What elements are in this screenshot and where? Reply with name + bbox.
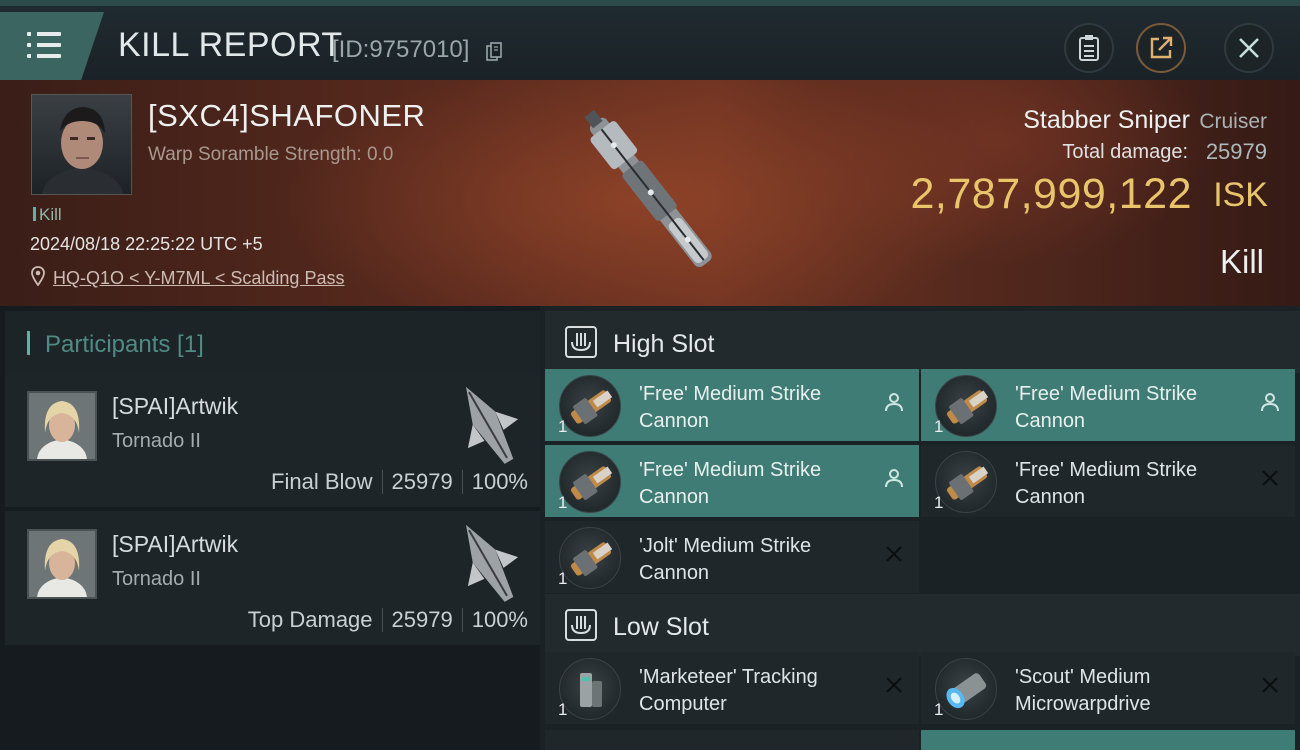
high-slot-title: High Slot <box>613 330 715 358</box>
high-slot-icon <box>565 326 597 358</box>
cannon-icon <box>935 451 997 513</box>
module-card[interactable]: 1 'Scout' Medium Microwarpdrive <box>921 652 1295 724</box>
victim-ship-class: Cruiser <box>1199 110 1267 133</box>
microwarpdrive-icon <box>935 658 997 720</box>
module-name: 'Scout' Medium Microwarpdrive <box>1015 666 1151 715</box>
victim-portrait[interactable] <box>31 94 132 195</box>
kill-tag: Kill <box>33 205 62 225</box>
low-slot-header: Low Slot <box>545 594 1300 656</box>
module-card[interactable]: 1 'Jolt' Medium Strike Cannon <box>545 521 919 593</box>
module-quantity: 1 <box>558 493 568 512</box>
cannon-icon <box>559 527 621 589</box>
module-quantity: 1 <box>558 417 568 436</box>
kill-tag-label: Kill <box>39 205 62 224</box>
participant-stats: Top Damage 25979 100% <box>248 607 528 633</box>
module-name: 'Marketeer' Tracking Computer <box>639 666 818 715</box>
cannon-icon <box>559 451 621 513</box>
participant-name: [SPAI]Artwik <box>112 531 239 557</box>
participant-damage: 25979 <box>391 469 453 494</box>
participants-header: Participants [1] <box>5 311 540 373</box>
page-title: KILL REPORT <box>118 26 343 64</box>
module-quantity: 1 <box>934 493 944 512</box>
module-name: 'Free' Medium Strike Cannon <box>1015 383 1198 432</box>
kill-datetime: 2024/08/18 22:25:22 UTC +5 <box>30 234 263 254</box>
module-quantity: 1 <box>558 700 568 719</box>
warp-scramble-strength: Warp Soramble Strength: 0.0 <box>148 144 394 165</box>
fitting-panel: High Slot 1 'Free' Medium Strike Cannon … <box>540 306 1300 750</box>
avatar <box>27 529 97 599</box>
isk-value: 2,787,999,122 <box>910 170 1192 218</box>
module-card[interactable]: 1 'Free' Medium Strike Cannon <box>545 445 919 517</box>
avatar <box>27 391 97 461</box>
module-card[interactable] <box>921 730 1295 750</box>
module-name: 'Free' Medium Strike Cannon <box>639 459 822 508</box>
result-label: Kill <box>1219 243 1264 280</box>
module-name: 'Jolt' Medium Strike Cannon <box>639 535 812 584</box>
participant-role: Final Blow <box>271 469 373 494</box>
destroyed-x-icon <box>886 546 902 562</box>
isk-unit: ISK <box>1213 176 1268 214</box>
victim-name: [SXC4]SHAFONER <box>148 98 426 133</box>
participant-ship-image <box>466 524 519 602</box>
person-icon <box>885 469 903 488</box>
victim-ship-image <box>584 109 712 268</box>
participants-title: Participants [1] <box>45 331 204 358</box>
destroyed-x-icon <box>1262 677 1278 693</box>
tracking-computer-icon <box>559 658 621 720</box>
clipboard-button[interactable] <box>1064 23 1114 73</box>
module-card[interactable]: 1 'Free' Medium Strike Cannon <box>545 369 919 441</box>
victim-ship-name: Stabber Sniper <box>1023 106 1190 134</box>
location-link[interactable]: HQ-Q1O < Y-M7ML < Scalding Pass <box>53 268 344 289</box>
destroyed-x-icon <box>886 677 902 693</box>
pilot-portrait-icon <box>42 107 124 194</box>
participant-stats: Final Blow 25979 100% <box>271 469 528 495</box>
participant-damage: 25979 <box>391 607 453 632</box>
total-damage-value: 25979 <box>1205 139 1267 164</box>
participant-card[interactable]: [SPAI]Artwik Tornado II Final Blow 25979 1… <box>5 373 540 507</box>
close-button[interactable] <box>1224 23 1274 73</box>
participant-role: Top Damage <box>247 607 373 632</box>
location-pin-icon <box>31 266 45 286</box>
module-card[interactable]: 1 'Marketeer' Tracking Computer <box>545 652 919 724</box>
header-bar: KILL REPORT [ID:9757010] <box>0 0 1300 80</box>
module-card[interactable]: 1 'Free' Medium Strike Cannon <box>921 369 1295 441</box>
low-slot-title: Low Slot <box>613 613 709 641</box>
clipboard-icon <box>1079 35 1099 61</box>
person-icon <box>885 393 903 412</box>
low-slot-icon <box>565 609 597 641</box>
participant-name: [SPAI]Artwik <box>112 393 239 419</box>
close-icon <box>1239 38 1259 58</box>
copy-icon[interactable] <box>486 42 502 62</box>
participant-ship: Tornado II <box>112 568 201 590</box>
module-name: 'Free' Medium Strike Cannon <box>1015 459 1198 508</box>
participant-ship-image <box>466 386 519 464</box>
person-icon <box>1261 393 1279 412</box>
participant-percent: 100% <box>471 469 528 494</box>
participant-percent: 100% <box>471 607 528 632</box>
participant-ship: Tornado II <box>112 430 201 452</box>
participant-card[interactable]: [SPAI]Artwik Tornado II Top Damage 25979 1… <box>5 511 540 645</box>
module-quantity: 1 <box>558 569 568 588</box>
module-name: 'Free' Medium Strike Cannon <box>639 383 822 432</box>
destroyed-x-icon <box>1262 470 1278 486</box>
report-id: [ID:9757010] <box>332 36 470 63</box>
cannon-icon <box>559 375 621 437</box>
high-slot-header: High Slot <box>545 311 1300 373</box>
module-quantity: 1 <box>934 417 944 436</box>
menu-button[interactable] <box>0 12 104 80</box>
share-icon <box>1150 36 1173 59</box>
module-card[interactable]: 1 'Free' Medium Strike Cannon <box>921 445 1295 517</box>
share-button[interactable] <box>1136 23 1186 73</box>
module-quantity: 1 <box>934 700 944 719</box>
total-damage-label: Total damage: <box>1062 141 1188 163</box>
module-card[interactable] <box>545 730 919 750</box>
cannon-icon <box>935 375 997 437</box>
participants-panel: Participants [1] [SPAI]Artwik Tornado II… <box>0 306 540 750</box>
